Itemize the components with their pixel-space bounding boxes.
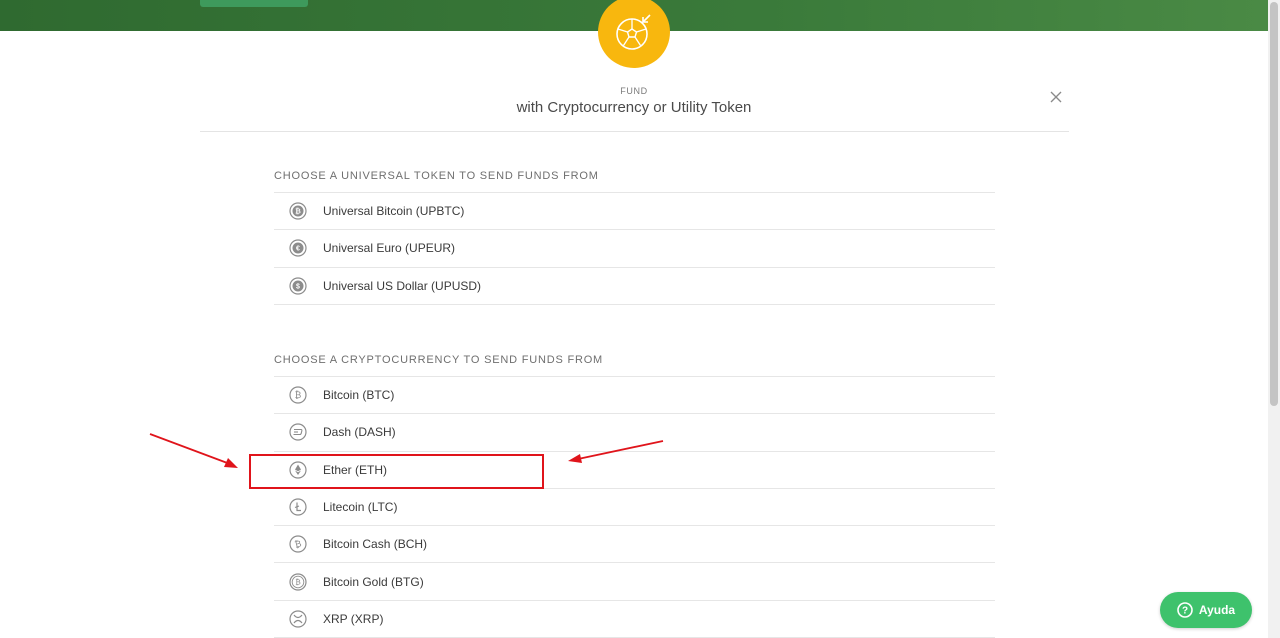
help-button[interactable]: ? Ayuda — [1160, 592, 1252, 628]
help-button-label: Ayuda — [1198, 603, 1236, 617]
question-icon: ? — [1177, 602, 1193, 618]
svg-text:?: ? — [1182, 606, 1188, 617]
annotation-arrows — [149, 433, 664, 468]
scrollbar-thumb[interactable] — [1270, 2, 1278, 406]
right-arrow — [568, 440, 664, 463]
page-scrollbar[interactable] — [1268, 0, 1280, 638]
left-arrow — [149, 433, 238, 468]
